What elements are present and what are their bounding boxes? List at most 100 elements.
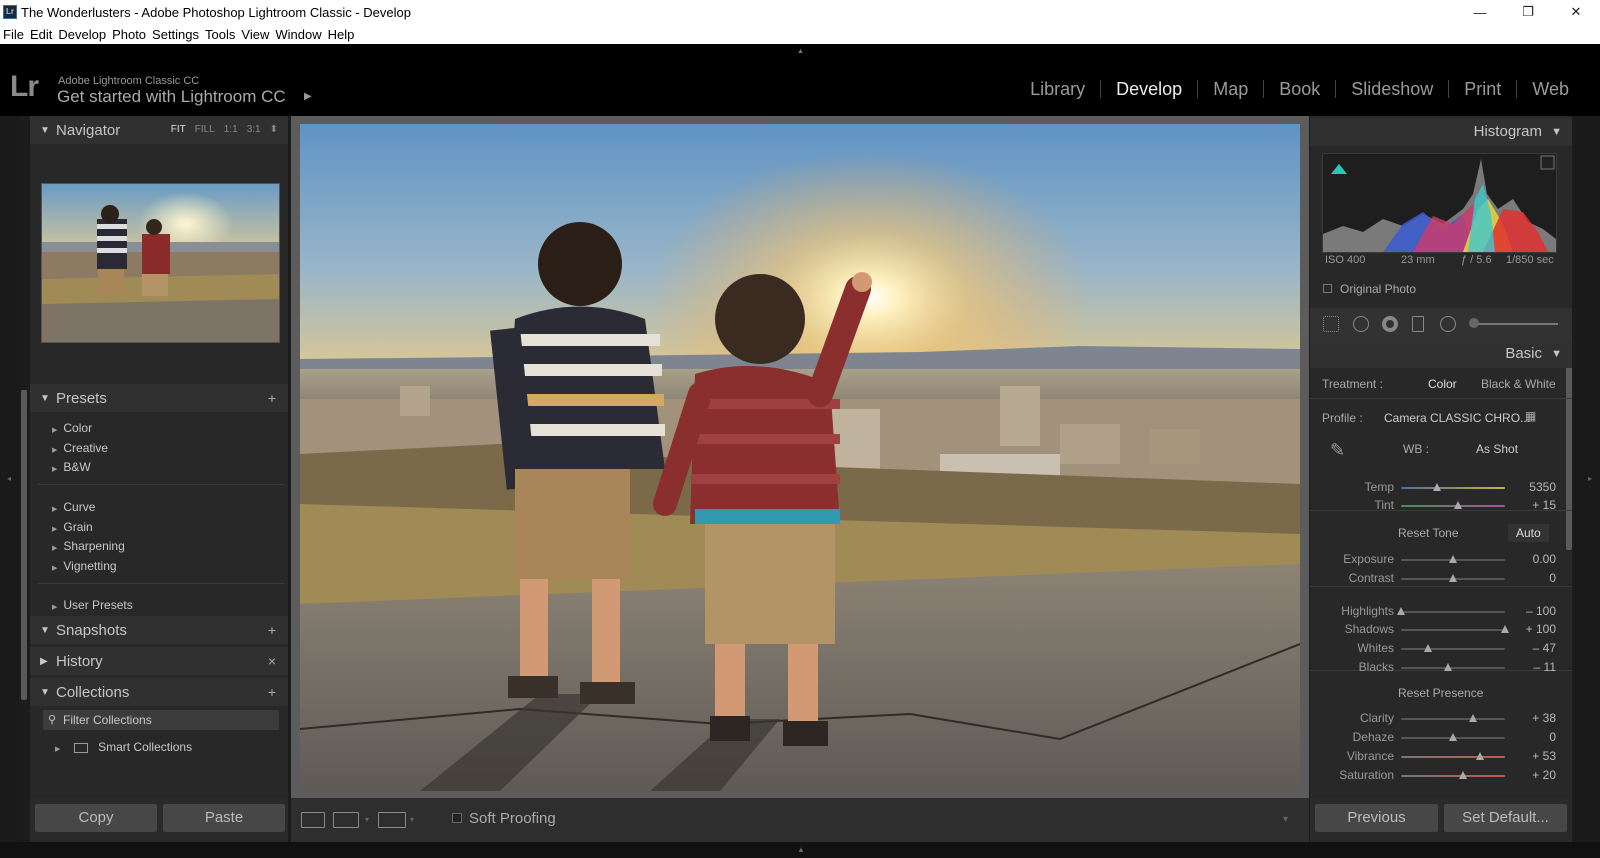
module-map[interactable]: Map: [1197, 80, 1263, 98]
paste-button[interactable]: Paste: [163, 804, 285, 832]
exposure-value[interactable]: 0.00: [1516, 552, 1556, 566]
previous-button[interactable]: Previous: [1315, 804, 1438, 832]
dehaze-slider-thumb[interactable]: [1449, 733, 1457, 741]
highlights-value[interactable]: – 100: [1516, 604, 1556, 618]
history-header[interactable]: ▶ History ×: [30, 647, 288, 675]
blacks-value[interactable]: – 11: [1516, 660, 1556, 674]
exposure-slider-thumb[interactable]: [1449, 555, 1457, 563]
original-photo-checkbox[interactable]: [1323, 284, 1332, 293]
whites-slider-track[interactable]: [1401, 648, 1505, 650]
temp-slider-track[interactable]: [1401, 487, 1505, 489]
filter-collections-input[interactable]: ⚲ Filter Collections: [43, 710, 279, 730]
histogram-graph[interactable]: [1322, 153, 1557, 253]
toolbar-menu-icon[interactable]: ▾: [1283, 814, 1288, 825]
menu-tools[interactable]: Tools: [205, 27, 235, 42]
left-panel-scrollbar[interactable]: [21, 390, 27, 700]
treatment-color-option[interactable]: Color: [1428, 377, 1457, 391]
preset-folder-bw[interactable]: ▶ B&W: [52, 460, 91, 474]
reset-presence-button[interactable]: Reset Presence: [1398, 686, 1483, 700]
minimize-button[interactable]: —: [1456, 0, 1504, 24]
nav-3to1-option[interactable]: 3:1: [247, 124, 261, 135]
dropdown-arrow-icon[interactable]: ▾: [410, 815, 414, 824]
original-photo-toggle[interactable]: Original Photo: [1323, 282, 1416, 296]
menu-settings[interactable]: Settings: [152, 27, 199, 42]
shadows-slider-thumb[interactable]: [1501, 625, 1509, 633]
saturation-slider-track[interactable]: [1401, 775, 1505, 777]
vibrance-value[interactable]: + 53: [1516, 749, 1556, 763]
saturation-value[interactable]: + 20: [1516, 768, 1556, 782]
highlights-slider-thumb[interactable]: [1397, 607, 1405, 615]
adjustment-brush-icon[interactable]: [1469, 318, 1479, 328]
menu-photo[interactable]: Photo: [112, 27, 146, 42]
radial-filter-icon[interactable]: [1440, 316, 1456, 332]
menu-help[interactable]: Help: [328, 27, 355, 42]
module-book[interactable]: Book: [1263, 80, 1335, 98]
nav-fill-option[interactable]: FILL: [195, 124, 215, 135]
before-after-view-icon[interactable]: [333, 812, 359, 828]
blacks-slider-thumb[interactable]: [1443, 663, 1452, 671]
loupe-view-icon[interactable]: [301, 812, 325, 828]
module-web[interactable]: Web: [1516, 80, 1584, 98]
left-panel-toggle-icon[interactable]: ◂: [7, 474, 11, 483]
preset-folder-curve[interactable]: ▶ Curve: [52, 500, 95, 514]
highlights-slider-track[interactable]: [1401, 611, 1505, 613]
collections-header[interactable]: ▼ Collections +: [30, 678, 288, 706]
tint-value[interactable]: + 15: [1516, 498, 1556, 512]
shadows-value[interactable]: + 100: [1516, 622, 1556, 636]
preset-folder-grain[interactable]: ▶ Grain: [52, 520, 93, 534]
dropdown-arrow-icon[interactable]: ▾: [365, 815, 369, 824]
add-collection-icon[interactable]: +: [268, 684, 276, 700]
blacks-slider-track[interactable]: [1401, 667, 1505, 669]
module-slideshow[interactable]: Slideshow: [1335, 80, 1448, 98]
shadows-slider-track[interactable]: [1401, 629, 1505, 631]
reset-tone-button[interactable]: Reset Tone: [1398, 526, 1459, 540]
profile-browser-icon[interactable]: ▦: [1525, 409, 1536, 423]
top-panel-toggle-icon[interactable]: ▲: [797, 48, 804, 55]
soft-proofing-checkbox[interactable]: [452, 813, 462, 823]
menu-edit[interactable]: Edit: [30, 27, 52, 42]
whites-value[interactable]: – 47: [1516, 641, 1556, 655]
treatment-bw-option[interactable]: Black & White: [1481, 377, 1556, 391]
navigator-preview[interactable]: [41, 183, 280, 343]
close-button[interactable]: ✕: [1552, 0, 1600, 24]
profile-dropdown[interactable]: Camera CLASSIC CHRO...: [1384, 411, 1530, 425]
nav-1to1-option[interactable]: 1:1: [224, 124, 238, 135]
histogram-header[interactable]: Histogram ▼: [1310, 118, 1572, 146]
get-started-link[interactable]: Get started with Lightroom CC: [57, 87, 286, 107]
presets-header[interactable]: ▼ Presets +: [30, 384, 288, 412]
red-eye-icon[interactable]: [1382, 316, 1398, 332]
basic-header[interactable]: Basic ▼: [1310, 340, 1572, 368]
smart-collections-item[interactable]: ▶ Smart Collections: [55, 740, 192, 754]
saturation-slider-thumb[interactable]: [1459, 771, 1468, 779]
dehaze-value[interactable]: 0: [1516, 730, 1556, 744]
menu-view[interactable]: View: [241, 27, 269, 42]
tint-slider-track[interactable]: [1401, 505, 1505, 507]
add-preset-icon[interactable]: +: [268, 390, 276, 406]
soft-proofing-toggle[interactable]: Soft Proofing: [452, 810, 556, 827]
snapshots-header[interactable]: ▼ Snapshots +: [30, 616, 288, 644]
clear-history-icon[interactable]: ×: [268, 653, 276, 669]
before-after-mode-icon[interactable]: [378, 812, 406, 828]
module-print[interactable]: Print: [1448, 80, 1516, 98]
clarity-slider-thumb[interactable]: [1468, 714, 1477, 722]
set-default-button[interactable]: Set Default...: [1444, 804, 1567, 832]
clarity-value[interactable]: + 38: [1516, 711, 1556, 725]
copy-button[interactable]: Copy: [35, 804, 157, 832]
right-panel-scrollbar[interactable]: [1566, 340, 1572, 550]
menu-window[interactable]: Window: [275, 27, 321, 42]
module-library[interactable]: Library: [1015, 80, 1100, 98]
whites-slider-thumb[interactable]: [1424, 644, 1433, 652]
module-develop[interactable]: Develop: [1100, 80, 1197, 98]
nav-fit-option[interactable]: FIT: [171, 124, 186, 135]
vibrance-slider-track[interactable]: [1401, 756, 1505, 758]
auto-tone-button[interactable]: Auto: [1508, 524, 1549, 542]
graduated-filter-icon[interactable]: [1412, 316, 1424, 332]
preset-folder-creative[interactable]: ▶ Creative: [52, 441, 108, 455]
add-snapshot-icon[interactable]: +: [268, 622, 276, 638]
play-icon[interactable]: ▶: [304, 91, 312, 102]
crop-overlay-icon[interactable]: [1323, 316, 1339, 332]
right-panel-edge[interactable]: [1574, 116, 1600, 842]
restore-button[interactable]: ❐: [1504, 0, 1552, 24]
vibrance-slider-thumb[interactable]: [1476, 752, 1485, 760]
navigator-header[interactable]: ▼ Navigator FIT FILL 1:1 3:1 ⬍: [30, 116, 288, 144]
